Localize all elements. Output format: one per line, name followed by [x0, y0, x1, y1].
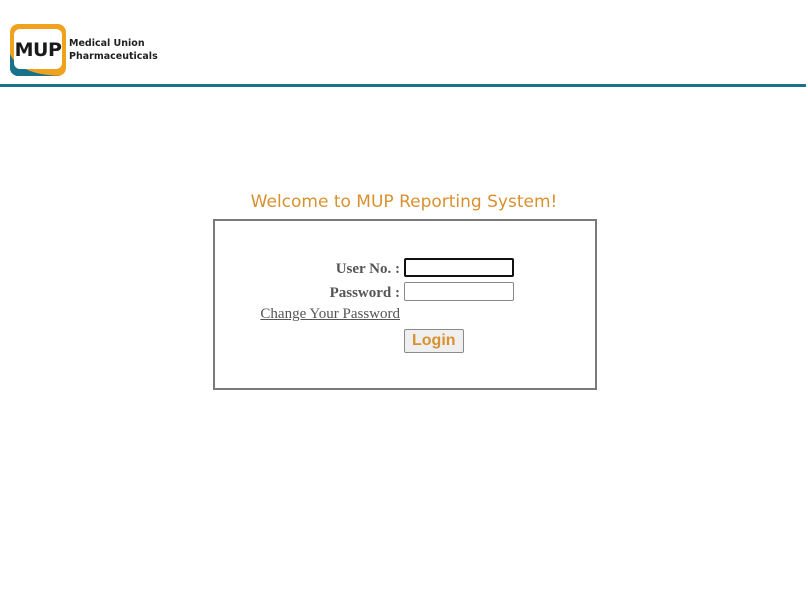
- company-name: Medical Union Pharmaceuticals: [69, 37, 158, 63]
- user-label: User No. :: [335, 261, 400, 277]
- page-header: MUP Medical Union Pharmaceuticals: [0, 0, 808, 87]
- company-name-line1: Medical Union: [69, 38, 145, 49]
- user-no-input[interactable]: [404, 258, 514, 277]
- password-row: Password :: [215, 281, 595, 305]
- company-name-line2: Pharmaceuticals: [69, 51, 158, 62]
- header-divider: [0, 84, 806, 87]
- company-logo: MUP Medical Union Pharmaceuticals: [10, 24, 158, 76]
- password-input[interactable]: [404, 282, 514, 301]
- user-row: User No. :: [215, 257, 595, 281]
- welcome-heading: Welcome to MUP Reporting System!: [250, 192, 558, 212]
- logo-text: MUP: [14, 39, 62, 61]
- login-button[interactable]: Login: [404, 329, 464, 353]
- logo-mark: MUP: [10, 24, 66, 76]
- password-label: Password :: [329, 285, 400, 301]
- login-form: User No. : Password : Change Your Passwo…: [213, 219, 597, 390]
- change-password-link[interactable]: Change Your Password: [260, 306, 400, 323]
